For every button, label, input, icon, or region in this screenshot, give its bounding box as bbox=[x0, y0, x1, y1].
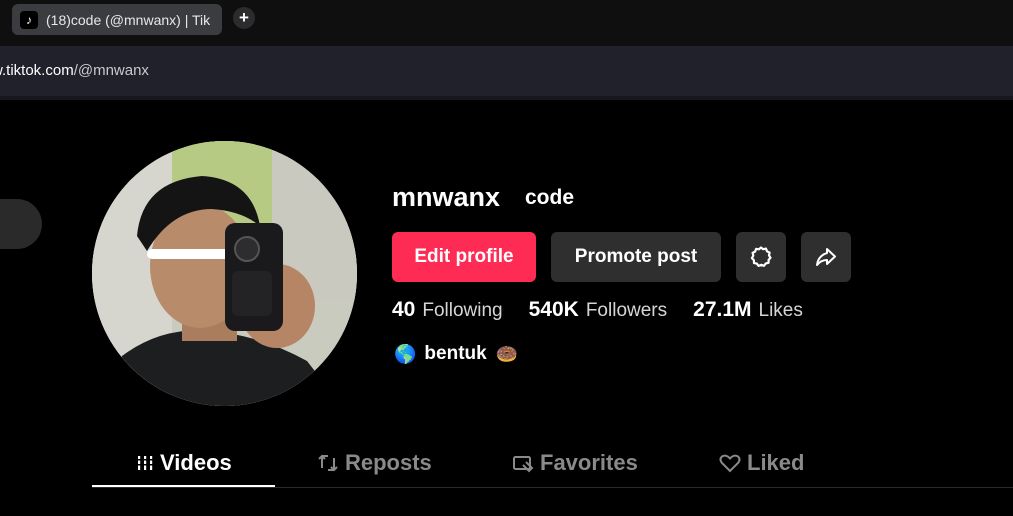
tab-videos[interactable]: Videos bbox=[136, 440, 232, 486]
donut-icon: 🍩 bbox=[495, 343, 519, 364]
share-arrow-icon bbox=[816, 248, 836, 266]
grid-lines-icon bbox=[136, 454, 154, 472]
settings-button[interactable] bbox=[736, 232, 786, 282]
stat-following-label: Following bbox=[422, 300, 503, 321]
avatar[interactable] bbox=[92, 141, 357, 406]
tab-favorites-label: Favorites bbox=[540, 450, 638, 475]
profile-tabs: Videos Reposts Favorites Liked bbox=[92, 440, 1013, 488]
address-bar[interactable]: w.tiktok.com/@mnwanx bbox=[0, 46, 1013, 96]
stat-likes-label: Likes bbox=[758, 300, 803, 321]
stat-followers-label: Followers bbox=[585, 300, 668, 321]
new-tab-button[interactable]: + bbox=[233, 7, 255, 29]
active-tab-indicator bbox=[92, 485, 275, 487]
tab-reposts-label: Reposts bbox=[345, 450, 432, 475]
bio-text: bentuk bbox=[424, 343, 487, 364]
promote-post-button[interactable]: Promote post bbox=[551, 232, 721, 282]
browser-tab[interactable]: ♪ (18)code (@mnwanx) | Tik bbox=[12, 4, 222, 35]
edit-profile-button[interactable]: Edit profile bbox=[392, 232, 536, 282]
stat-following-count: 40 bbox=[392, 298, 416, 321]
stat-followers[interactable]: 540K Followers bbox=[529, 298, 668, 322]
tab-reposts[interactable]: Reposts bbox=[317, 440, 432, 486]
plus-icon: + bbox=[239, 8, 249, 27]
chrome-divider bbox=[0, 96, 1013, 100]
profile-nickname: code bbox=[525, 186, 575, 209]
heart-icon bbox=[719, 453, 741, 473]
tab-favorites[interactable]: Favorites bbox=[512, 440, 638, 486]
globe-icon: 🌎 bbox=[394, 343, 417, 364]
url-domain: w.tiktok.com bbox=[0, 62, 74, 79]
tab-liked-label: Liked bbox=[747, 450, 805, 475]
profile-stats: 40 Following 540K Followers 27.1M Likes bbox=[392, 298, 829, 322]
stat-likes-count: 27.1M bbox=[693, 298, 752, 321]
url-path: /@mnwanx bbox=[73, 62, 149, 79]
browser-tab-title: (18)code (@mnwanx) | Tik bbox=[46, 11, 211, 28]
gear-icon bbox=[750, 246, 772, 267]
stat-followers-count: 540K bbox=[528, 298, 579, 321]
stat-likes: 27.1M Likes bbox=[693, 298, 803, 322]
tab-liked[interactable]: Liked bbox=[719, 440, 804, 486]
share-button[interactable] bbox=[801, 232, 851, 282]
avatar-photo bbox=[92, 141, 357, 406]
url-text: w.tiktok.com/@mnwanx bbox=[0, 62, 149, 79]
bookmark-icon bbox=[512, 453, 534, 473]
browser-tab-bar: ♪ (18)code (@mnwanx) | Tik + bbox=[0, 0, 1013, 46]
tabs-divider bbox=[92, 487, 1013, 488]
repost-icon bbox=[317, 453, 339, 473]
sidebar-pill[interactable] bbox=[0, 199, 42, 249]
tiktok-favicon-icon: ♪ bbox=[20, 10, 38, 29]
tab-videos-label: Videos bbox=[160, 450, 232, 475]
profile-bio: 🌎 bentuk 🍩 bbox=[394, 343, 518, 365]
profile-username: mnwanx bbox=[392, 182, 501, 212]
stat-following[interactable]: 40 Following bbox=[392, 298, 503, 322]
